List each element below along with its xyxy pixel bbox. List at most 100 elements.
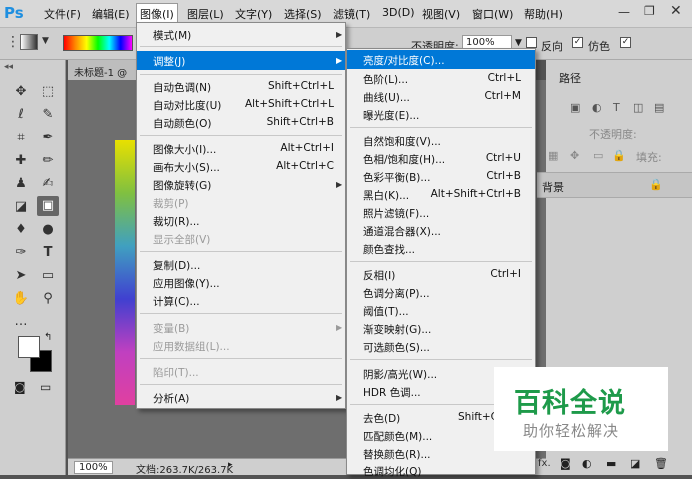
menu-item-auto-color[interactable]: 自动颜色(O) <box>153 116 211 131</box>
marquee-tool-icon[interactable]: ⬚ <box>37 82 59 102</box>
menu-item-auto-contrast[interactable]: 自动对比度(U) <box>153 98 221 113</box>
menu-item-equalize[interactable]: 色调均化(Q) <box>363 464 421 479</box>
menu-item-color-lookup[interactable]: 颜色查找... <box>363 242 415 257</box>
menu-type[interactable]: 文字(Y) <box>235 6 272 22</box>
filter-image-icon[interactable]: ▣ <box>570 101 580 114</box>
close-icon[interactable]: ✕ <box>670 3 682 19</box>
menu-file[interactable]: 文件(F) <box>44 6 81 22</box>
menu-filter[interactable]: 滤镜(T) <box>333 6 370 22</box>
path-select-icon[interactable]: ➤ <box>10 266 32 286</box>
menu-item-canvas-size[interactable]: 画布大小(S)... <box>153 160 220 175</box>
dodge-tool-icon[interactable]: ● <box>37 220 59 240</box>
menu-item-black-white[interactable]: 黑白(K)... <box>363 188 409 203</box>
foreground-color-swatch[interactable] <box>18 336 40 358</box>
menu-view[interactable]: 视图(V) <box>422 6 460 22</box>
type-tool-icon[interactable]: T <box>37 243 59 263</box>
hand-tool-icon[interactable]: ✋ <box>10 289 32 309</box>
lock-pixels-icon[interactable]: ▦ <box>548 149 558 162</box>
menu-item-analysis[interactable]: 分析(A) <box>153 391 189 406</box>
document-tab[interactable]: 未标题-1 @ <box>68 60 136 80</box>
shape-tool-icon[interactable]: ▭ <box>37 266 59 286</box>
gradient-picker[interactable] <box>63 35 133 51</box>
magic-wand-icon[interactable]: ✎ <box>37 105 59 125</box>
menu-item-desaturate[interactable]: 去色(D) <box>363 411 400 426</box>
menu-3d[interactable]: 3D(D) <box>382 6 415 19</box>
gradient-tool-icon[interactable]: ▣ <box>37 196 59 216</box>
layer-row-background[interactable]: 背景 🔒 <box>537 172 692 198</box>
adjustment-layer-icon[interactable]: ◐ <box>582 457 592 470</box>
opacity-dropdown-icon[interactable]: ▼ <box>515 38 522 48</box>
menu-item-trim[interactable]: 裁切(R)... <box>153 214 200 229</box>
menu-item-apply-image[interactable]: 应用图像(Y)... <box>153 276 220 291</box>
menu-item-gradient-map[interactable]: 渐变映射(G)... <box>363 322 431 337</box>
lock-position-icon[interactable]: ✥ <box>570 149 579 162</box>
screen-mode-icon[interactable]: ▭ <box>40 380 51 394</box>
fx-icon[interactable]: fx. <box>538 458 551 469</box>
lock-all-icon[interactable]: 🔒 <box>612 149 626 162</box>
menu-item-auto-tone[interactable]: 自动色调(N) <box>153 80 211 95</box>
history-brush-icon[interactable]: ✍ <box>37 174 59 194</box>
menu-item-replace-color[interactable]: 替换颜色(R)... <box>363 447 431 462</box>
menu-item-hue-saturation[interactable]: 色相/饱和度(H)... <box>363 152 445 167</box>
menu-item-image-rotation[interactable]: 图像旋转(G) <box>153 178 211 193</box>
menu-window[interactable]: 窗口(W) <box>472 6 513 22</box>
group-icon[interactable]: ▬ <box>606 457 616 470</box>
restore-icon[interactable]: ❐ <box>644 4 655 18</box>
menu-item-shadows-highlights[interactable]: 阴影/高光(W)... <box>363 367 437 382</box>
menu-help[interactable]: 帮助(H) <box>524 6 563 22</box>
menu-item-duplicate[interactable]: 复制(D)... <box>153 258 200 273</box>
zoom-level[interactable]: 100% <box>74 461 113 474</box>
filter-adjust-icon[interactable]: ◐ <box>592 101 602 114</box>
swap-colors-icon[interactable]: ↰ <box>44 332 52 343</box>
menu-item-channel-mixer[interactable]: 通道混合器(X)... <box>363 224 441 239</box>
lasso-tool-icon[interactable]: ℓ <box>10 105 32 125</box>
menu-item-hdr-toning[interactable]: HDR 色调... <box>363 385 421 400</box>
lock-artboard-icon[interactable]: ▭ <box>593 149 603 162</box>
menu-item-posterize[interactable]: 色调分离(P)... <box>363 286 430 301</box>
menu-item-exposure[interactable]: 曝光度(E)... <box>363 108 419 123</box>
brush-tool-icon[interactable]: ✏ <box>37 151 59 171</box>
reverse-checkbox[interactable] <box>526 37 537 48</box>
eyedropper-icon[interactable]: ✒ <box>37 128 59 148</box>
move-tool-icon[interactable]: ✥ <box>10 82 32 102</box>
tab-paths[interactable]: 路径 <box>559 70 581 86</box>
quick-mask-icon[interactable]: ◙ <box>14 380 26 394</box>
menu-item-adjust[interactable]: 调整(J) <box>153 54 185 69</box>
filter-smart-icon[interactable]: ▤ <box>654 101 664 114</box>
tool-preset-icon[interactable] <box>20 34 38 50</box>
menu-item-calculations[interactable]: 计算(C)... <box>153 294 200 309</box>
layer-mask-icon[interactable]: ◙ <box>560 457 571 470</box>
delete-layer-icon[interactable]: 🗑 <box>654 457 668 470</box>
transparency-checkbox[interactable]: ✓ <box>620 37 631 48</box>
menu-item-image-size[interactable]: 图像大小(I)... <box>153 142 216 157</box>
filter-shape-icon[interactable]: ◫ <box>633 101 643 114</box>
crop-tool-icon[interactable]: ⌗ <box>10 128 32 148</box>
stamp-tool-icon[interactable]: ♟ <box>10 174 32 194</box>
chevron-down-icon[interactable]: ▼ <box>42 36 49 46</box>
menu-item-match-color[interactable]: 匹配颜色(M)... <box>363 429 432 444</box>
status-arrow-icon[interactable]: ▸ <box>228 460 233 470</box>
filter-type-icon[interactable]: T <box>613 101 620 114</box>
eraser-tool-icon[interactable]: ◪ <box>10 197 32 217</box>
menu-item-levels[interactable]: 色阶(L)... <box>363 72 408 87</box>
pen-tool-icon[interactable]: ✑ <box>10 243 32 263</box>
new-layer-icon[interactable]: ◪ <box>630 457 640 470</box>
menu-select[interactable]: 选择(S) <box>284 6 322 22</box>
menu-item-vibrance[interactable]: 自然饱和度(V)... <box>363 134 441 149</box>
menu-item-mode[interactable]: 模式(M) <box>153 28 191 43</box>
menu-item-photo-filter[interactable]: 照片滤镜(F)... <box>363 206 429 221</box>
menu-item-brightness-contrast[interactable]: 亮度/对比度(C)... <box>363 53 445 68</box>
collapse-icon[interactable]: ◂◂ <box>4 62 13 72</box>
menu-item-color-balance[interactable]: 色彩平衡(B)... <box>363 170 430 185</box>
menu-item-selective-color[interactable]: 可选颜色(S)... <box>363 340 430 355</box>
menu-edit[interactable]: 编辑(E) <box>92 6 130 22</box>
menu-item-curves[interactable]: 曲线(U)... <box>363 90 410 105</box>
menu-layer[interactable]: 图层(L) <box>187 6 224 22</box>
more-tools-icon[interactable]: … <box>10 312 32 332</box>
dither-checkbox[interactable]: ✓ <box>572 37 583 48</box>
healing-brush-icon[interactable]: ✚ <box>10 151 32 171</box>
menu-item-threshold[interactable]: 阈值(T)... <box>363 304 409 319</box>
minimize-icon[interactable]: — <box>618 5 630 19</box>
blur-tool-icon[interactable]: ♦ <box>10 220 32 240</box>
zoom-tool-icon[interactable]: ⚲ <box>37 289 59 309</box>
